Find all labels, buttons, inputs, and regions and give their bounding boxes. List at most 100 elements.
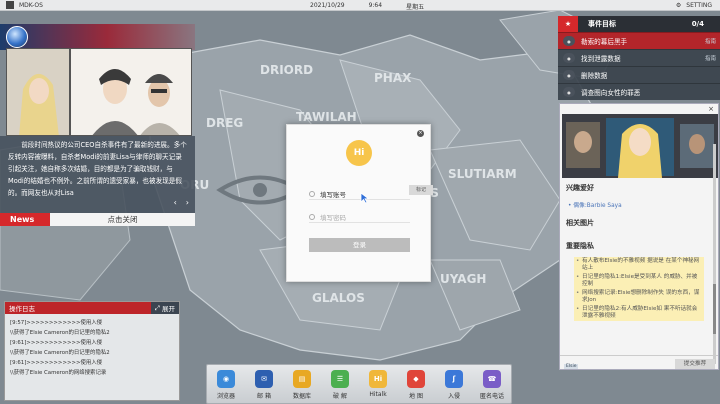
news-banner <box>0 24 195 50</box>
dock-app[interactable]: ☎ 匿名电话 <box>475 370 509 400</box>
password-placeholder: 填写密码 <box>320 213 346 222</box>
secret-item: 日记里的隐私2:有人威胁Elsie如 果不听话就会泄露不雅视频 <box>574 305 704 321</box>
dock-app[interactable]: ʃ 入侵 <box>437 370 471 400</box>
guide-link[interactable]: 指南 <box>705 37 716 45</box>
dock-app-icon: ▤ <box>293 370 311 388</box>
event-targets-panel: ★ 事件目标 0/4 ● 勒索的幕后黑手 指南 ● 找到泄露数据 指南 ● 删除… <box>558 16 720 102</box>
log-entry: \\获得了Elsie Cameron的网络搜索记录 <box>10 370 107 376</box>
event-target-label: 勒索的幕后黑手 <box>581 38 628 46</box>
guide-link[interactable]: 指南 <box>705 54 716 62</box>
secrets-title: 重要隐私 <box>566 242 594 250</box>
date-text: 2021/10/29 <box>310 2 345 9</box>
mark-tag[interactable]: 标记 <box>409 185 433 195</box>
os-name: MDK-OS <box>19 1 43 9</box>
setting-label: SETTING <box>686 2 712 9</box>
profile-close-button[interactable]: × <box>708 105 714 113</box>
user-icon <box>309 190 315 197</box>
dock-app-label: 邮 箱 <box>257 393 271 400</box>
dock-app-icon: ✉ <box>255 370 273 388</box>
log-entry: [9:57]>>>>>>>>>>>>使用入侵 <box>10 320 103 326</box>
map-label: PHAX <box>374 71 412 85</box>
news-prev-button[interactable]: ‹ <box>174 198 177 207</box>
submit-recommend-button[interactable]: 提交推荐 <box>675 359 715 369</box>
weekday-text: 星期五 <box>406 4 425 11</box>
map-label: SLUTIARM <box>448 167 517 181</box>
star-icon: ★ <box>558 16 578 32</box>
dock-app-icon: ☎ <box>483 370 501 388</box>
target-icon: ● <box>563 36 575 46</box>
operation-log-panel: 操作日志 ⤢ 展开 [9:57]>>>>>>>>>>>>使用入侵 \\获得了El… <box>4 301 180 401</box>
dock-app[interactable]: ✉ 邮 箱 <box>247 370 281 400</box>
account-placeholder: 填写账号 <box>320 190 346 199</box>
event-target-item[interactable]: ● 找到泄露数据 指南 <box>558 49 720 66</box>
dock-app-icon: ʃ <box>445 370 463 388</box>
dock-app-icon: ◆ <box>407 370 425 388</box>
map-label: TAWILAH <box>296 110 357 124</box>
event-target-item[interactable]: ● 勒索的幕后黑手 指南 <box>558 32 720 49</box>
log-entry: \\获得了Elsie Cameron的日记里的隐私2 <box>10 330 110 336</box>
profile-tag: Elsie <box>564 364 579 369</box>
map-label: DRIORD <box>260 63 313 77</box>
os-brand: MDK-OS <box>6 1 43 9</box>
event-target-label: 删除数据 <box>581 72 608 80</box>
event-target-label: 调查图向女性的罪恶 <box>581 89 641 97</box>
news-pager: ‹ › <box>174 198 189 207</box>
operation-log-header: 操作日志 ⤢ 展开 <box>5 302 179 314</box>
os-logo-icon <box>6 1 14 9</box>
dock-app[interactable]: ☰ 破 解 <box>323 370 357 400</box>
related-images-title: 相关图片 <box>566 219 594 227</box>
map-label: GLALOS <box>312 291 365 305</box>
news-body: 前段时间热议的公司CEO自杀事件有了最新的进展。多个反转内容被曝料，自杀者Mod… <box>0 136 195 214</box>
setting-button[interactable]: ⚙ SETTING <box>676 2 712 9</box>
news-comic-image <box>6 48 192 136</box>
target-icon: ● <box>563 87 575 97</box>
event-target-item[interactable]: ● 删除数据 <box>558 66 720 83</box>
login-dialog: × Hi 填写账号 填写密码 登录 <box>286 124 431 282</box>
password-input[interactable]: 填写密码 <box>309 211 410 223</box>
dock-app[interactable]: ▤ 数据库 <box>285 370 319 400</box>
news-panel: 前段时间热议的公司CEO自杀事件有了最新的进展。多个反转内容被曝料，自杀者Mod… <box>0 24 195 230</box>
dock-app-label: 匿名电话 <box>479 393 504 400</box>
map-label: DREG <box>206 116 243 130</box>
app-dock: ◉ 浏览器 ✉ 邮 箱 ▤ 数据库 ☰ 破 解 Hi Hitalk ◆ 地 图 ʃ 入侵 ☎ 匿名电话 <box>206 364 512 404</box>
log-entry: [9:61]>>>>>>>>>>>>使用入侵 <box>10 360 103 366</box>
operation-log-title: 操作日志 <box>5 302 151 314</box>
event-targets-count: 0/4 <box>691 20 704 28</box>
dock-app-label: 地 图 <box>409 393 423 400</box>
hitalk-logo-text: Hi <box>353 148 365 158</box>
dock-app[interactable]: Hi Hitalk <box>361 370 395 398</box>
news-close-button[interactable]: 点击关闭 <box>50 214 195 225</box>
profile-scrollbar[interactable] <box>713 144 716 364</box>
lock-icon <box>309 213 315 220</box>
news-next-button[interactable]: › <box>186 198 189 207</box>
log-entry: \\获得了Elsie Cameron的日记里的隐私2 <box>10 350 110 356</box>
login-close-button[interactable]: × <box>417 130 424 137</box>
profile-titlebar: × <box>560 104 718 114</box>
login-button[interactable]: 登录 <box>309 238 410 252</box>
profile-photo-strip <box>562 114 718 178</box>
dock-app-icon: Hi <box>369 370 387 388</box>
secrets-list: 有人散布Elsie的不雅视频 据说是 在某个神秘网站上 日记里的隐私1:Elsi… <box>574 257 704 321</box>
dock-app-icon: ◉ <box>217 370 235 388</box>
globe-icon <box>6 26 28 48</box>
news-article-text: 前段时间热议的公司CEO自杀事件有了最新的进展。多个反转内容被曝料，自杀者Mod… <box>8 141 187 197</box>
system-top-bar: MDK-OS 2021/10/29 9:64 星期五 ⚙ SETTING <box>0 0 720 11</box>
target-icon: ● <box>563 70 575 80</box>
hobbies-title: 兴趣爱好 <box>566 184 594 192</box>
hobby-item[interactable]: • 偶像:Barbie Saya <box>568 200 622 209</box>
dock-app[interactable]: ◉ 浏览器 <box>209 370 243 400</box>
dock-app-label: 浏览器 <box>216 393 235 400</box>
operation-log-expand-button[interactable]: ⤢ 展开 <box>150 302 179 314</box>
dock-app[interactable]: ◆ 地 图 <box>399 370 433 400</box>
secret-item: 网络搜索记录:Elsie想删除制作失 误的东西，谋求Jon <box>574 289 704 305</box>
dock-app-label: 数据库 <box>292 393 311 400</box>
profile-footer: Elsie 提交推荐 <box>560 355 718 369</box>
secret-item: 有人散布Elsie的不雅视频 据说是 在某个神秘网站上 <box>574 257 704 273</box>
news-tag: News <box>0 213 50 226</box>
expand-icon: ⤢ <box>154 303 162 312</box>
profile-panel: × 兴趣爱好 • 偶像:Barbie Saya 相关图片 重要隐私 有人散布El… <box>559 103 719 370</box>
event-target-item[interactable]: ● 调查图向女性的罪恶 <box>558 83 720 100</box>
gear-icon: ⚙ <box>675 2 682 9</box>
dock-app-label: 破 解 <box>333 393 347 400</box>
event-target-label: 找到泄露数据 <box>581 55 621 63</box>
